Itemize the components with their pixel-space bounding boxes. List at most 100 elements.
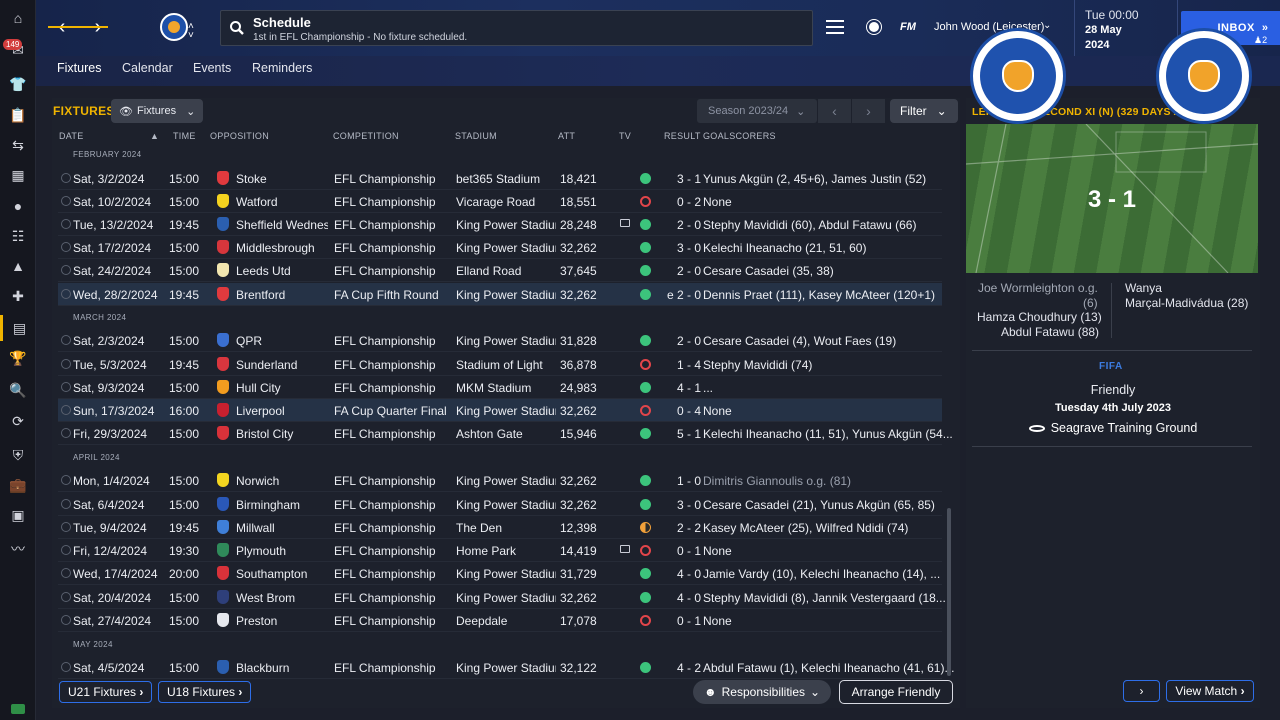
fixture-goalscorers[interactable]: None (703, 614, 998, 628)
fixture-result[interactable]: e 2 - 0 (661, 288, 701, 302)
fixture-row[interactable]: Sat, 10/2/2024 15:00 Watford EFL Championsh… (58, 190, 942, 213)
fixture-row[interactable]: Sat, 6/4/2024 15:00 Birmingham EFL Champion… (58, 493, 942, 516)
fixture-stadium[interactable]: King Power Stadium (456, 661, 556, 675)
view-match-button[interactable]: View Match › (1166, 680, 1254, 702)
fixture-opponent[interactable]: Middlesbrough (236, 241, 328, 255)
fixture-goalscorers[interactable]: ... (703, 381, 998, 395)
history-chevrons-icon[interactable]: ˄ ˅ (188, 22, 194, 41)
fixture-row[interactable]: Sat, 2/3/2024 15:00 QPR EFL Championship Kin… (58, 329, 942, 352)
fixture-stadium[interactable]: King Power Stadium (456, 218, 556, 232)
fixture-stadium[interactable]: King Power Stadium (456, 334, 556, 348)
fixture-goalscorers[interactable]: None (703, 544, 998, 558)
fixture-result[interactable]: 1 - 4 (661, 358, 701, 372)
scrollbar[interactable] (947, 508, 951, 676)
fixture-result[interactable]: 0 - 1 (661, 614, 701, 628)
select-checkbox[interactable] (61, 592, 71, 602)
fixture-competition[interactable]: EFL Championship (334, 334, 454, 348)
fixture-row[interactable]: Sat, 20/4/2024 15:00 West Brom EFL Champion… (58, 586, 946, 609)
season-dropdown[interactable]: Season 2023/24 ⌄ (697, 99, 817, 123)
fixture-stadium[interactable]: Home Park (456, 544, 556, 558)
arrange-friendly-button[interactable]: Arrange Friendly (839, 680, 953, 704)
fixture-competition[interactable]: EFL Championship (334, 172, 454, 186)
club-crest-icon[interactable] (160, 13, 188, 41)
fixture-stadium[interactable]: Vicarage Road (456, 195, 556, 209)
fixture-opponent[interactable]: Blackburn (236, 661, 328, 675)
game-date[interactable]: Tue 00:00 28 May 2024 (1074, 0, 1178, 56)
fixture-row[interactable]: Sat, 3/2/2024 15:00 Stoke EFL Championship b… (58, 167, 942, 190)
fixture-goalscorers[interactable]: Dennis Praet (111), Kasey McAteer (120+1… (703, 288, 998, 302)
medical-icon[interactable]: ✚ (0, 283, 36, 309)
fixture-row[interactable]: Tue, 9/4/2024 19:45 Millwall EFL Championsh… (58, 516, 942, 539)
fixture-row[interactable]: Tue, 5/3/2024 19:45 Sunderland EFL Champion… (58, 353, 942, 376)
tab-calendar[interactable]: Calendar (122, 61, 173, 75)
calendar-icon[interactable]: ▤ (0, 315, 36, 341)
fixture-goalscorers[interactable]: Cesare Casadei (21), Yunus Akgün (65, 85… (703, 498, 998, 512)
fixture-result[interactable]: 4 - 1 (661, 381, 701, 395)
fixture-stadium[interactable]: Ashton Gate (456, 427, 556, 441)
fixture-stadium[interactable]: bet365 Stadium (456, 172, 556, 186)
trophy-icon[interactable]: 🏆 (0, 345, 36, 371)
menu-icon[interactable] (826, 20, 844, 34)
fixture-goalscorers[interactable]: Abdul Fatawu (1), Kelechi Iheanacho (41,… (703, 661, 998, 675)
select-checkbox[interactable] (61, 522, 71, 532)
select-checkbox[interactable] (61, 545, 71, 555)
select-checkbox[interactable] (61, 265, 71, 275)
ball-icon[interactable]: ● (0, 193, 36, 219)
fixture-row[interactable]: Sun, 17/3/2024 16:00 Liverpool FA Cup Quart… (58, 399, 942, 422)
fixture-stadium[interactable]: King Power Stadium (456, 404, 556, 418)
clipboard-icon[interactable]: 📋 (0, 102, 36, 128)
select-checkbox[interactable] (61, 335, 71, 345)
fixture-opponent[interactable]: Brentford (236, 288, 328, 302)
fixture-result[interactable]: 0 - 2 (661, 195, 701, 209)
fixture-stadium[interactable]: Stadium of Light (456, 358, 556, 372)
fixture-stadium[interactable]: The Den (456, 521, 556, 535)
fixture-opponent[interactable]: Sunderland (236, 358, 328, 372)
col-header-result[interactable]: RESULT (664, 131, 701, 141)
tab-events[interactable]: Events (193, 61, 231, 75)
status-indicator-icon[interactable] (11, 704, 25, 714)
fixture-row[interactable]: Sat, 17/2/2024 15:00 Middlesbrough EFL Cham… (58, 236, 942, 259)
home-team-crest[interactable] (970, 28, 1066, 124)
competition-name[interactable]: Friendly (966, 383, 1260, 397)
fixture-result[interactable]: 3 - 0 (661, 498, 701, 512)
fixture-result[interactable]: 5 - 1 (661, 427, 701, 441)
fixture-competition[interactable]: EFL Championship (334, 358, 454, 372)
fixture-row[interactable]: Sat, 4/5/2024 15:00 Blackburn EFL Champions… (58, 656, 954, 679)
tab-fixtures[interactable]: Fixtures (57, 61, 101, 75)
shirt-icon[interactable]: 👕 (0, 71, 36, 97)
fixture-row[interactable]: Sat, 9/3/2024 15:00 Hull City EFL Champions… (58, 376, 942, 399)
filter-button[interactable]: Filter ⌄ (890, 99, 958, 123)
fixture-competition[interactable]: EFL Championship (334, 427, 454, 441)
fixture-competition[interactable]: EFL Championship (334, 241, 454, 255)
football-icon[interactable] (867, 20, 881, 34)
fixture-result[interactable]: 2 - 0 (661, 334, 701, 348)
fixture-goalscorers[interactable]: Cesare Casadei (4), Wout Faes (19) (703, 334, 998, 348)
fixture-result[interactable]: 4 - 0 (661, 567, 701, 581)
fixture-result[interactable]: 4 - 2 (661, 661, 701, 675)
col-header-stadium[interactable]: STADIUM (455, 131, 497, 141)
fixture-result[interactable]: 0 - 4 (661, 404, 701, 418)
u21-fixtures-button[interactable]: U21 Fixtures › (59, 681, 153, 703)
fixture-row[interactable]: Sat, 27/4/2024 15:00 Preston EFL Championsh… (58, 609, 942, 632)
fixture-stadium[interactable]: King Power Stadium (456, 498, 556, 512)
fixture-competition[interactable]: EFL Championship (334, 614, 454, 628)
chevron-down-icon[interactable]: ⌄ (1043, 20, 1051, 31)
fixture-goalscorers[interactable]: Kelechi Iheanacho (21, 51, 60) (703, 241, 998, 255)
data-hub-icon[interactable]: ▣ (0, 502, 36, 528)
fixture-stadium[interactable]: Deepdale (456, 614, 556, 628)
fixture-opponent[interactable]: Stoke (236, 172, 328, 186)
fm-logo[interactable]: FM (900, 21, 916, 33)
select-checkbox[interactable] (61, 289, 71, 299)
select-checkbox[interactable] (61, 382, 71, 392)
fixture-opponent[interactable]: Hull City (236, 381, 328, 395)
fixture-opponent[interactable]: Sheffield Wednesday (236, 218, 328, 232)
select-checkbox[interactable] (61, 219, 71, 229)
fixtures-view-dropdown[interactable]: 👁 Fixtures ⌄ (111, 99, 203, 123)
next-season-icon[interactable]: › (851, 99, 885, 123)
col-header-time[interactable]: TIME (173, 131, 196, 141)
fixture-competition[interactable]: FA Cup Fifth Round (334, 288, 454, 302)
fixture-goalscorers[interactable]: Kasey McAteer (25), Wilfred Ndidi (74) (703, 521, 998, 535)
col-header-date[interactable]: DATE (59, 131, 84, 141)
fixture-row[interactable]: Tue, 13/2/2024 19:45 Sheffield Wednesday EF… (58, 213, 942, 236)
fixture-goalscorers[interactable]: Yunus Akgün (2, 45+6), James Justin (52) (703, 172, 998, 186)
